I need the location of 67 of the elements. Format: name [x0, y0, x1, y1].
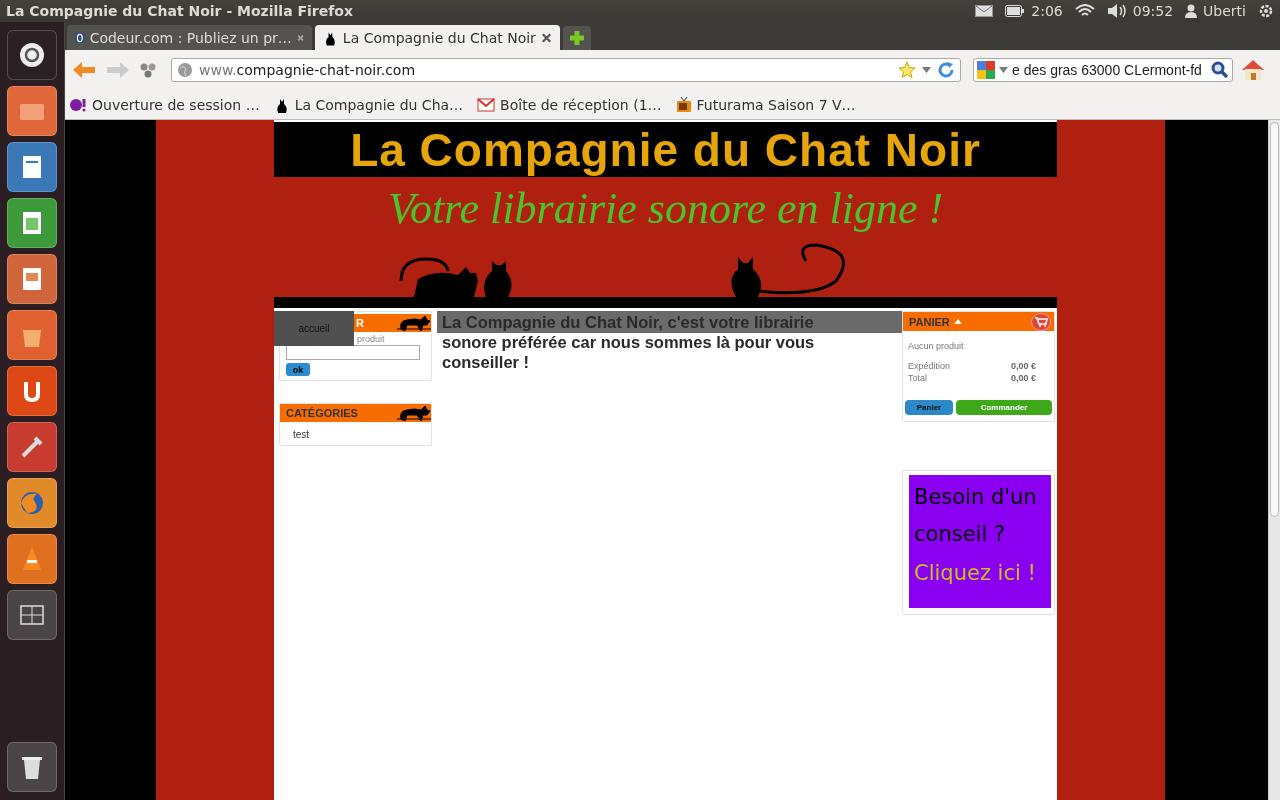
caret-icon[interactable]	[953, 319, 962, 324]
search-field[interactable]: e des gras 63000 CLermont-fd	[973, 58, 1233, 82]
cart-button[interactable]: Panier	[905, 400, 953, 415]
ubuntu-logo-icon[interactable]	[7, 30, 57, 80]
widget-title: CATÉGORIES	[286, 407, 358, 419]
clock[interactable]: 09:52	[1132, 3, 1174, 19]
dropdown-icon[interactable]	[999, 67, 1008, 73]
bookmark[interactable]: Boîte de réception (1…	[477, 96, 662, 113]
trash-icon[interactable]	[7, 742, 57, 792]
scrollbar[interactable]	[1268, 120, 1280, 800]
volume-icon[interactable]	[1106, 4, 1127, 18]
cart-empty-text: Aucun produit	[907, 340, 965, 351]
search-icon[interactable]	[1211, 61, 1229, 79]
window-title: La Compagnie du Chat Noir - Mozilla Firefox	[6, 3, 353, 19]
browser-tab[interactable]: Codeur.com : Publiez un pr…	[67, 25, 312, 50]
exclamation-badge-icon	[69, 97, 87, 112]
molecule-icon[interactable]	[139, 61, 157, 79]
spreadsheet-icon[interactable]	[7, 198, 57, 248]
ok-button[interactable]: ok	[286, 363, 310, 376]
workspaces-icon[interactable]	[7, 590, 57, 640]
bookmark[interactable]: Ouverture de session …	[69, 96, 260, 113]
bookmark[interactable]: La Compagnie du Cha…	[273, 96, 464, 113]
promo-text: Besoin d'un conseil ?	[914, 484, 1038, 548]
address-bar[interactable]: www.compagnie-chat-noir.com	[171, 58, 961, 82]
presentation-icon[interactable]	[7, 254, 57, 304]
site-title: La Compagnie du Chat Noir	[350, 122, 981, 177]
cart-row-value: 0,00 €	[1010, 360, 1036, 372]
category-link[interactable]: test	[280, 422, 431, 445]
browser-tab[interactable]: La Compagnie du Chat Noir	[315, 25, 560, 50]
url-text: www.compagnie-chat-noir.com	[199, 62, 417, 78]
cart-row-label: Expédition	[908, 360, 951, 372]
globe-icon[interactable]	[7, 478, 57, 528]
cat-icon	[397, 405, 431, 421]
wifi-icon[interactable]	[1074, 4, 1095, 18]
globe-icon	[177, 62, 193, 78]
bookmark[interactable]: Futurama Saison 7 V…	[675, 96, 856, 113]
shopping-cart-icon[interactable]	[1031, 312, 1051, 331]
cart-row-label: Total	[908, 372, 927, 384]
user-icon[interactable]	[1185, 4, 1198, 18]
intro-heading: La Compagnie du Chat Noir, c'est votre librairie sonore préférée car nous sommes là pour vous conseiller !	[442, 312, 816, 372]
field-label: produit	[356, 334, 386, 344]
dropdown-icon[interactable]	[922, 67, 931, 73]
mail-icon[interactable]	[975, 5, 994, 17]
widget-title: PANIER	[909, 315, 950, 328]
document-icon[interactable]	[7, 142, 57, 192]
home-icon[interactable]	[1241, 59, 1265, 81]
wrench-icon[interactable]	[7, 422, 57, 472]
scrollbar-thumb[interactable]	[1270, 122, 1279, 517]
close-icon[interactable]	[540, 31, 552, 44]
colored-squares-icon	[977, 61, 995, 79]
plus-icon	[569, 30, 585, 46]
tv-icon	[675, 96, 692, 113]
cart-row-value: 0,00 €	[1010, 372, 1036, 384]
app-tile-icon[interactable]	[7, 366, 57, 416]
star-icon[interactable]	[898, 61, 916, 79]
envelope-icon	[477, 97, 496, 112]
widget-title: R	[356, 317, 364, 329]
reload-icon[interactable]	[937, 61, 955, 79]
cat-icon	[397, 315, 431, 331]
battery-time: 2:06	[1031, 3, 1063, 19]
battery-icon[interactable]	[1005, 5, 1026, 17]
power-icon[interactable]	[1258, 3, 1274, 19]
back-icon[interactable]	[71, 60, 97, 80]
search-input[interactable]	[286, 345, 420, 360]
user-name[interactable]: Uberti	[1203, 3, 1246, 19]
site-tagline: Votre librairie sonore en ligne !	[387, 183, 944, 235]
new-tab-button[interactable]	[563, 26, 591, 50]
